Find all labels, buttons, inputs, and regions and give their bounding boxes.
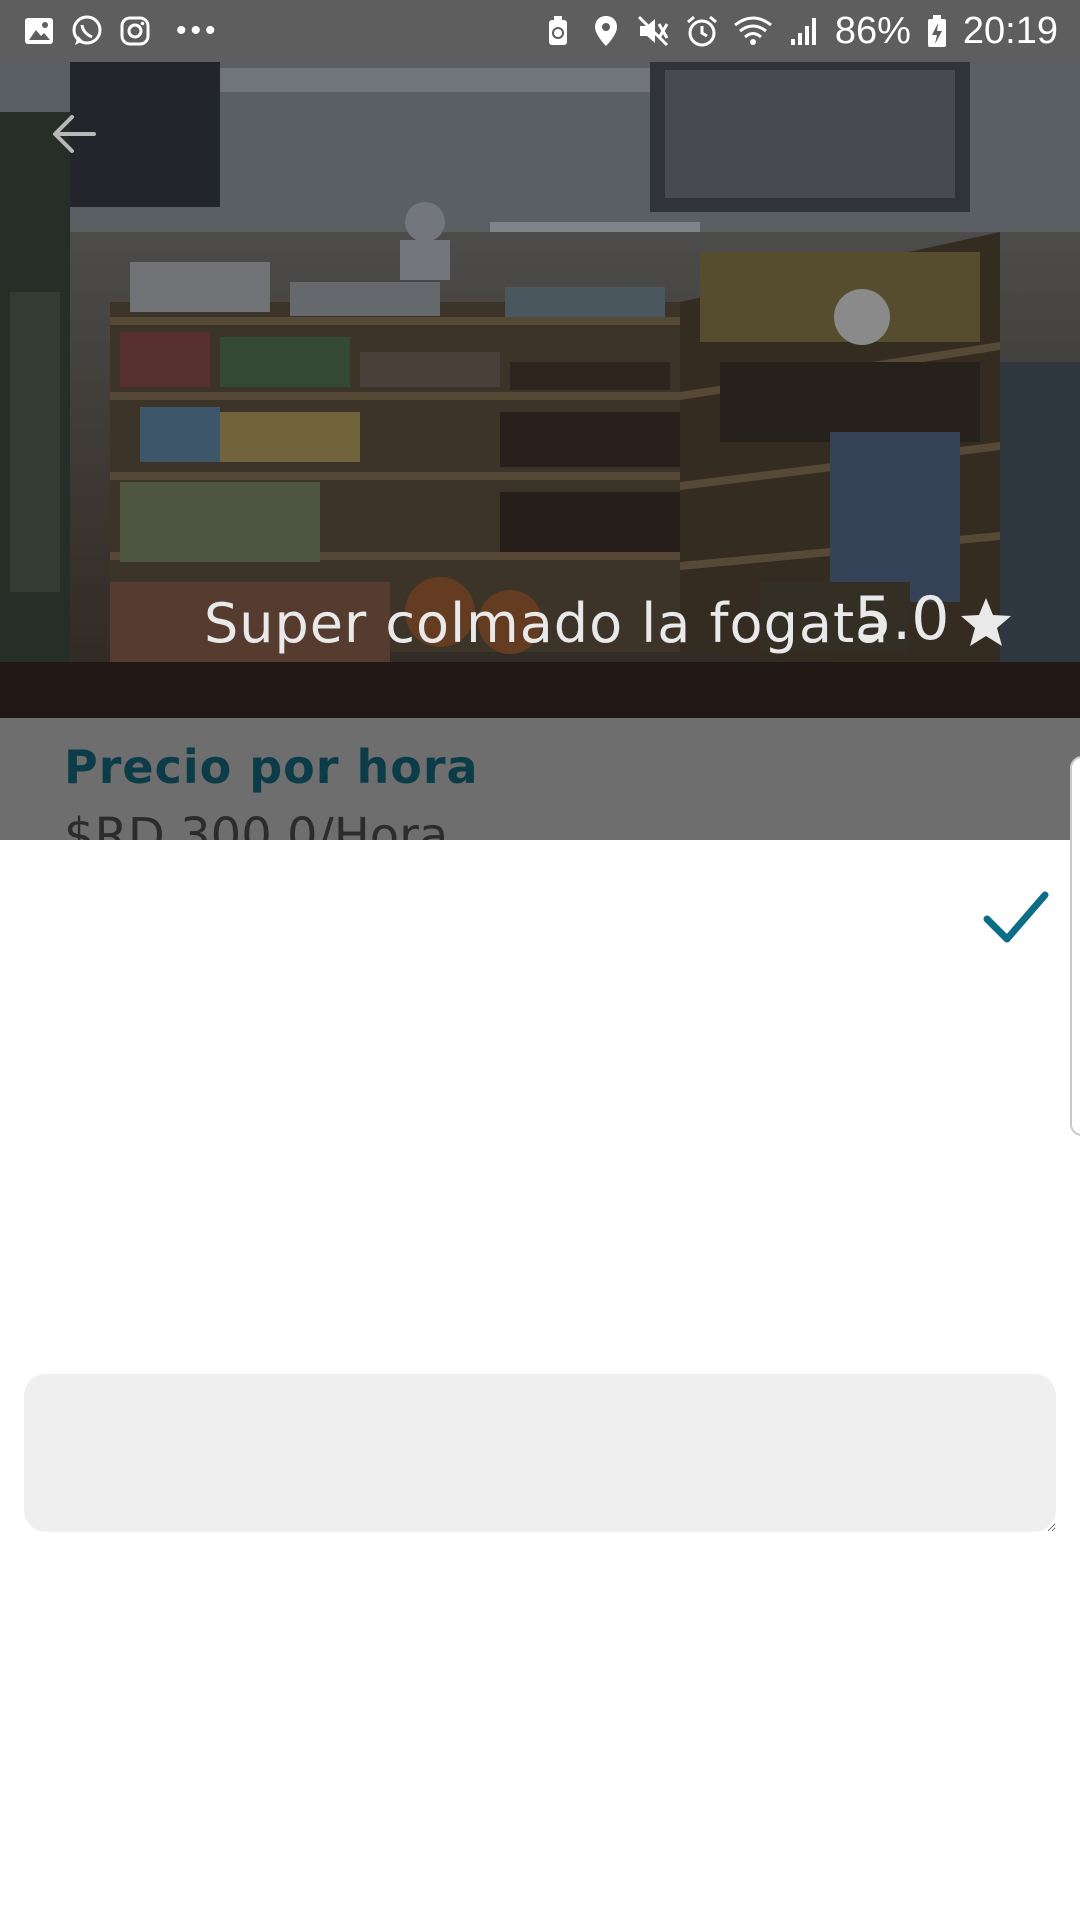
price-heading: Precio por hora: [64, 740, 479, 794]
signal-icon: [787, 14, 821, 48]
status-bar: ••• 86% 20:19: [0, 0, 1080, 62]
back-button[interactable]: [48, 108, 100, 160]
battery-saver-icon: [541, 14, 575, 48]
clock: 20:19: [962, 9, 1058, 52]
arrow-left-icon: [53, 115, 96, 153]
status-bar-right: 86% 20:19: [541, 10, 1058, 53]
battery-percent: 86%: [834, 9, 911, 52]
confirm-button[interactable]: [980, 880, 1052, 952]
gallery-icon: [22, 14, 56, 48]
store-rating: 5.0: [854, 584, 950, 654]
instagram-icon: [118, 14, 152, 48]
price-value: $RD 300.0/Hora: [64, 808, 449, 840]
store-name: Super colmado la fogata: [204, 592, 890, 655]
side-card-edge: [1070, 756, 1080, 1136]
location-icon: [589, 14, 623, 48]
more-notifications-indicator: •••: [176, 14, 220, 47]
battery-charging-icon: [925, 14, 949, 48]
comment-input[interactable]: [24, 1374, 1056, 1532]
whatsapp-icon: [70, 14, 104, 48]
wifi-icon: [733, 14, 773, 48]
store-details: Precio por hora $RD 300.0/Hora: [0, 718, 1080, 840]
mute-icon: [637, 14, 671, 48]
alarm-icon: [685, 14, 719, 48]
status-bar-left: •••: [22, 14, 234, 48]
star-icon: [958, 594, 1014, 650]
checkmark-icon: [983, 891, 1049, 943]
